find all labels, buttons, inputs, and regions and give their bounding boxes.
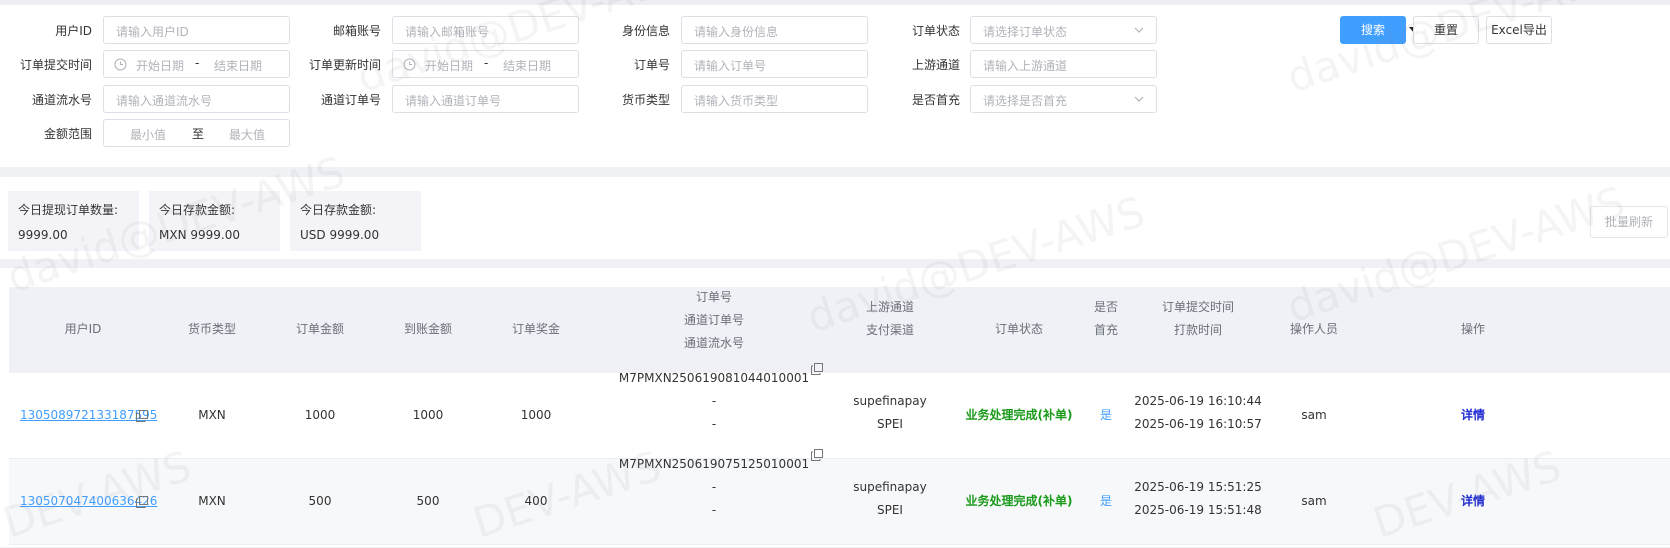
- upstream-input[interactable]: 请输入上游通道: [970, 50, 1157, 78]
- upstream-cell: supefinapay SPEI: [853, 394, 927, 431]
- status-cell: 业务处理完成(补单): [965, 494, 1073, 508]
- copy-order-icon[interactable]: [811, 449, 823, 461]
- clock-icon: [403, 58, 416, 71]
- stat-card-withdraw-count: 今日提现订单数量: 9999.00: [8, 191, 139, 251]
- col-user-id: 用户ID: [64, 322, 102, 336]
- update-end-date[interactable]: 结束日期: [503, 57, 551, 74]
- stat-card-deposit-mxn: 今日存款金额: MXN 9999.00: [149, 191, 280, 251]
- identity-input[interactable]: 请输入身份信息: [681, 16, 868, 44]
- first-deposit-select[interactable]: 请选择是否首充: [970, 85, 1157, 113]
- channel-order-label: 通道订单号: [320, 93, 381, 107]
- order-no-input[interactable]: 请输入订单号: [681, 50, 868, 78]
- reset-button[interactable]: 重置: [1413, 16, 1479, 44]
- amount-max-input[interactable]: 最大值: [229, 126, 265, 143]
- amount-range-label: 金额范围: [43, 127, 92, 141]
- identity-label: 身份信息: [621, 24, 670, 38]
- stat-card-deposit-usd: 今日存款金额: USD 9999.00: [290, 191, 421, 251]
- user-id-input[interactable]: 请输入用户ID: [103, 16, 290, 44]
- copy-icon[interactable]: [136, 496, 148, 508]
- email-label: 邮箱账号: [332, 24, 381, 38]
- search-button[interactable]: 搜索: [1340, 16, 1406, 44]
- copy-icon[interactable]: [136, 410, 148, 422]
- table-row: 130507047400636426 MXN 500 500 400 M7PMX…: [9, 449, 1670, 545]
- submit-time-label: 订单提交时间: [19, 58, 92, 72]
- received-amount-cell: 500: [416, 494, 440, 508]
- copy-order-icon[interactable]: [811, 363, 823, 375]
- channel-order-input[interactable]: 请输入通道订单号: [392, 85, 579, 113]
- col-action: 操作: [1460, 322, 1485, 336]
- table-header: 用户ID 货币类型 订单金额 到账金额 订单奖金 订单号 通道订单号 通道流水号…: [9, 287, 1670, 373]
- order-status-label: 订单状态: [911, 24, 960, 38]
- first-deposit-cell: 是: [1099, 408, 1112, 422]
- update-start-date[interactable]: 开始日期: [425, 57, 473, 74]
- col-first-deposit: 是否 首充: [1093, 300, 1118, 337]
- order-no-cell: M7PMXN250619075125010001 - -: [618, 457, 810, 517]
- update-time-range[interactable]: 开始日期 - 结束日期: [392, 50, 579, 78]
- order-status-select[interactable]: 请选择订单状态: [970, 16, 1157, 44]
- amount-min-input[interactable]: 最小值: [130, 126, 166, 143]
- submit-time-range[interactable]: 开始日期 - 结束日期: [103, 50, 290, 78]
- detail-link[interactable]: 详情: [1443, 404, 1503, 427]
- received-amount-cell: 1000: [412, 408, 444, 422]
- order-amount-cell: 500: [308, 494, 332, 508]
- col-times: 订单提交时间 打款时间: [1161, 300, 1234, 337]
- currency-input[interactable]: 请输入货币类型: [681, 85, 868, 113]
- operator-cell: sam: [1301, 494, 1327, 508]
- chevron-down-icon: [1134, 96, 1144, 102]
- table-row: 130508972133187595 MXN 1000 1000 1000 M7…: [9, 363, 1670, 459]
- time-cell: 2025-06-19 16:10:44 2025-06-19 16:10:57: [1134, 394, 1262, 431]
- channel-serial-label: 通道流水号: [31, 93, 92, 107]
- currency-cell: MXN: [198, 494, 226, 508]
- col-operator: 操作人员: [1289, 322, 1338, 336]
- chevron-down-icon: [1134, 27, 1144, 33]
- col-order-amount: 订单金额: [295, 322, 344, 336]
- order-no-cell: M7PMXN250619081044010001 - -: [618, 371, 810, 431]
- excel-export-button[interactable]: Excel导出: [1486, 16, 1552, 44]
- status-cell: 业务处理完成(补单): [965, 408, 1073, 422]
- amount-range-input[interactable]: 最小值 至 最大值: [103, 119, 290, 147]
- upstream-label: 上游通道: [911, 58, 960, 72]
- first-deposit-cell: 是: [1099, 494, 1112, 508]
- time-cell: 2025-06-19 15:51:25 2025-06-19 15:51:48: [1134, 480, 1262, 517]
- col-order-status: 订单状态: [994, 322, 1043, 336]
- bonus-cell: 400: [524, 494, 548, 508]
- first-deposit-label: 是否首充: [911, 93, 960, 107]
- email-input[interactable]: 请输入邮箱账号: [392, 16, 579, 44]
- bonus-cell: 1000: [520, 408, 552, 422]
- currency-label: 货币类型: [621, 93, 670, 107]
- order-no-label: 订单号: [633, 58, 670, 72]
- clock-icon: [114, 58, 127, 71]
- update-time-label: 订单更新时间: [308, 58, 381, 72]
- batch-refresh-button[interactable]: 批量刷新: [1590, 206, 1668, 238]
- channel-serial-input[interactable]: 请输入通道流水号: [103, 85, 290, 113]
- user-id-label: 用户ID: [55, 24, 92, 38]
- submit-end-date[interactable]: 结束日期: [214, 57, 262, 74]
- submit-start-date[interactable]: 开始日期: [136, 57, 184, 74]
- detail-link[interactable]: 详情: [1443, 490, 1503, 513]
- currency-cell: MXN: [198, 408, 226, 422]
- upstream-cell: supefinapay SPEI: [853, 480, 927, 517]
- order-amount-cell: 1000: [304, 408, 336, 422]
- col-order-bonus: 订单奖金: [511, 322, 560, 336]
- col-currency: 货币类型: [187, 322, 236, 336]
- col-upstream: 上游通道 支付渠道: [865, 300, 914, 337]
- operator-cell: sam: [1301, 408, 1327, 422]
- col-order-no: 订单号 通道订单号 通道流水号: [683, 290, 744, 350]
- col-received-amount: 到账金额: [403, 322, 452, 336]
